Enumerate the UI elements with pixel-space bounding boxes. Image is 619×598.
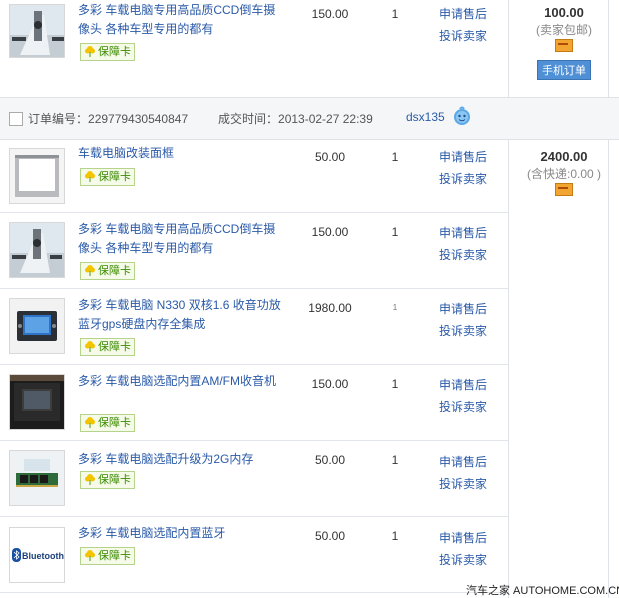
guarantee-card-badge[interactable]: 保障卡 (80, 168, 135, 186)
flower-icon (85, 46, 95, 57)
badge-label: 保障卡 (98, 417, 131, 429)
product-thumb-camera[interactable] (9, 4, 65, 58)
order-total: 100.00 (544, 5, 584, 20)
product-title-link[interactable]: 多彩 车载电脑专用高品质CCD倒车摄像头 各种车型专用的都有 (78, 220, 283, 258)
quantity: 1 (391, 453, 399, 467)
site-watermark: 汽车之家 AUTOHOME.COM.CN (466, 585, 619, 597)
product-thumb-memory[interactable] (9, 450, 65, 506)
apply-after-sale-link[interactable]: 申请售后 (439, 298, 487, 320)
item-actions: 申请售后 投诉卖家 (439, 374, 487, 418)
deal-time-label: 成交时间： (218, 112, 279, 126)
order-total: 2400.00 (540, 149, 588, 164)
deal-time-row: 成交时间：2013-02-27 22:39 (218, 110, 373, 127)
apply-after-sale-link[interactable]: 申请售后 (439, 146, 487, 168)
order-number-row: 订单编号：229779430540847 (28, 110, 188, 127)
apply-after-sale-link[interactable]: 申请售后 (439, 374, 487, 396)
apply-after-sale-link[interactable]: 申请售后 (439, 222, 487, 244)
guarantee-card-badge[interactable]: 保障卡 (80, 414, 135, 432)
apply-after-sale-link[interactable]: 申请售后 (439, 451, 487, 473)
product-title-link[interactable]: 多彩 车载电脑专用高品质CCD倒车摄像头 各种车型专用的都有 (78, 1, 283, 39)
unit-price: 1980.00 (308, 301, 352, 315)
bluetooth-logo-text: Bluetooth (22, 551, 64, 561)
order-summary-top: 100.00 (卖家包邮) 手机订单 (509, 5, 619, 80)
unit-price: 50.00 (314, 150, 346, 164)
quantity: 1 (391, 7, 399, 21)
row-divider (0, 364, 508, 365)
card-icon[interactable] (555, 39, 573, 52)
row-divider (0, 516, 508, 517)
shipping-info: (含快递:0.00 ) (526, 167, 602, 181)
unit-price: 150.00 (311, 7, 349, 21)
flower-icon (85, 550, 95, 561)
wangwang-chat-icon[interactable] (452, 106, 472, 126)
badge-label: 保障卡 (98, 474, 131, 486)
col-divider-summary (508, 0, 509, 598)
item-actions: 申请售后 投诉卖家 (439, 3, 487, 47)
quantity: 1 (391, 529, 399, 543)
guarantee-card-badge[interactable]: 保障卡 (80, 338, 135, 356)
unit-price: 50.00 (314, 453, 346, 467)
item-actions: 申请售后 投诉卖家 (439, 298, 487, 342)
complain-seller-link[interactable]: 投诉卖家 (439, 549, 487, 571)
guarantee-card-badge[interactable]: 保障卡 (80, 262, 135, 280)
product-title-link[interactable]: 多彩 车载电脑选配内置AM/FM收音机 (78, 372, 283, 391)
guarantee-card-badge[interactable]: 保障卡 (80, 471, 135, 489)
unit-price: 150.00 (311, 377, 349, 391)
flower-icon (85, 341, 95, 352)
card-icon[interactable] (555, 183, 573, 196)
product-thumb-radio[interactable] (9, 374, 65, 430)
row-divider (0, 288, 508, 289)
flower-icon (85, 171, 95, 182)
flower-icon (85, 265, 95, 276)
complain-seller-link[interactable]: 投诉卖家 (439, 473, 487, 495)
unit-price: 150.00 (311, 225, 349, 239)
badge-label: 保障卡 (98, 550, 131, 562)
order-summary: 2400.00 (含快递:0.00 ) (509, 149, 619, 200)
guarantee-card-badge[interactable]: 保障卡 (80, 547, 135, 565)
shipping-info: (卖家包邮) (536, 23, 592, 37)
quantity: 1 (391, 225, 399, 239)
product-title-link[interactable]: 多彩 车载电脑选配内置蓝牙 (78, 524, 283, 543)
row-divider (0, 592, 508, 593)
order-number: 229779430540847 (88, 112, 189, 126)
guarantee-card-badge[interactable]: 保障卡 (80, 43, 135, 61)
order-number-label: 订单编号： (28, 112, 89, 126)
item-actions: 申请售后 投诉卖家 (439, 451, 487, 495)
item-actions: 申请售后 投诉卖家 (439, 527, 487, 571)
order-header-bar: 订单编号：229779430540847 成交时间：2013-02-27 22:… (0, 97, 619, 140)
product-thumb-frame[interactable] (9, 148, 65, 204)
badge-label: 保障卡 (98, 265, 131, 277)
mobile-order-button[interactable]: 手机订单 (537, 60, 591, 80)
complain-seller-link[interactable]: 投诉卖家 (439, 320, 487, 342)
product-title-link[interactable]: 多彩 车载电脑 N330 双核1.6 收音功放蓝牙gps硬盘内存全集成 (78, 296, 283, 334)
complain-seller-link[interactable]: 投诉卖家 (439, 244, 487, 266)
badge-label: 保障卡 (98, 46, 131, 58)
unit-price: 50.00 (314, 529, 346, 543)
complain-seller-link[interactable]: 投诉卖家 (439, 396, 487, 418)
deal-time: 2013-02-27 22:39 (278, 112, 373, 126)
product-thumb-bluetooth[interactable]: Bluetooth (9, 527, 65, 583)
flower-icon (85, 417, 95, 428)
product-thumb-camera[interactable] (9, 222, 65, 278)
complain-seller-link[interactable]: 投诉卖家 (439, 168, 487, 190)
product-title-link[interactable]: 车载电脑改装面框 (78, 144, 283, 163)
apply-after-sale-link[interactable]: 申请售后 (439, 3, 487, 25)
seller-name-link[interactable]: dsx135 (406, 110, 445, 124)
quantity: 1 (391, 150, 399, 164)
row-divider (0, 440, 508, 441)
col-divider-right (608, 0, 609, 598)
order-select-checkbox[interactable] (9, 112, 23, 126)
product-title-link[interactable]: 多彩 车载电脑选配升级为2G内存 (78, 450, 283, 469)
flower-icon (85, 474, 95, 485)
badge-label: 保障卡 (98, 171, 131, 183)
quantity: 1 (391, 377, 399, 391)
item-actions: 申请售后 投诉卖家 (439, 146, 487, 190)
row-divider (0, 212, 508, 213)
apply-after-sale-link[interactable]: 申请售后 (439, 527, 487, 549)
item-actions: 申请售后 投诉卖家 (439, 222, 487, 266)
quantity: 1 (392, 303, 398, 312)
product-thumb-car-pc[interactable] (9, 298, 65, 354)
complain-seller-link[interactable]: 投诉卖家 (439, 25, 487, 47)
badge-label: 保障卡 (98, 341, 131, 353)
